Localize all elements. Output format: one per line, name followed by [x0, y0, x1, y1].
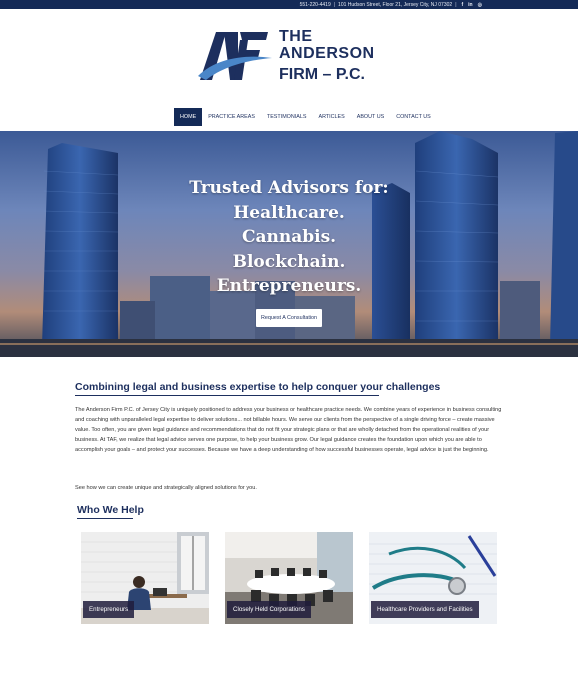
card-healthcare-providers[interactable]: Healthcare Providers and Facilities [369, 532, 497, 624]
address: 101 Hudson Street, Floor 21, Jersey City… [338, 1, 453, 8]
hero-line-4: Blockchain. [232, 251, 346, 272]
separator: | [333, 1, 336, 8]
card-label-entrepreneurs: Entrepreneurs [83, 601, 135, 618]
nav-item-articles[interactable]: ARTICLES [312, 108, 350, 126]
intro-heading: Combining legal and business expertise t… [75, 381, 441, 393]
site-logo[interactable]: THE ANDERSON FIRM – P.C. [196, 28, 386, 86]
nav-item-about-us[interactable]: ABOUT US [351, 108, 390, 126]
card-label-closely-held-corporations: Closely Held Corporations [227, 601, 311, 618]
intro-cta-text: See how we can create unique and strateg… [75, 485, 257, 491]
separator: | [455, 1, 457, 8]
hero-line-2: Healthcare. [233, 202, 345, 223]
card-entrepreneurs[interactable]: Entrepreneurs [81, 532, 209, 624]
request-consultation-button[interactable]: Request A Consultation [256, 309, 322, 327]
hero-headline: Trusted Advisors for: Healthcare. Cannab… [0, 176, 578, 299]
hero-banner: Trusted Advisors for: Healthcare. Cannab… [0, 131, 578, 357]
facebook-icon[interactable]: f [462, 2, 464, 8]
phone-number[interactable]: 551-220-4419 [300, 2, 331, 8]
logo-text-line3: FIRM – P.C. [279, 66, 365, 83]
logo-text-line1: THE [279, 28, 313, 45]
linkedin-icon[interactable]: in [468, 2, 472, 8]
nav-item-testimonials[interactable]: TESTIMONIALS [261, 108, 313, 126]
intro-heading-underline [75, 395, 379, 396]
intro-paragraph: The Anderson Firm P.C. of Jersey City is… [75, 407, 502, 453]
hero-line-3: Cannabis. [241, 227, 337, 247]
nav-item-contact-us[interactable]: CONTACT US [390, 108, 437, 126]
instagram-icon[interactable]: ◎ [478, 2, 482, 8]
card-label-healthcare-providers: Healthcare Providers and Facilities [371, 601, 479, 618]
nav-item-practice-areas[interactable]: PRACTICE AREAS [202, 108, 261, 126]
top-contact-bar: 551-220-4419 | 101 Hudson Street, Floor … [0, 0, 578, 9]
logo-text-line2: ANDERSON [279, 45, 375, 62]
who-we-help-underline [77, 518, 133, 519]
nav-item-home[interactable]: HOME [174, 108, 203, 126]
card-closely-held-corporations[interactable]: Closely Held Corporations [225, 532, 353, 624]
hero-line-1: Trusted Advisors for: [189, 178, 389, 198]
who-we-help-heading: Who We Help [77, 504, 144, 516]
main-navigation: HOME PRACTICE AREAS TESTIMONIALS ARTICLE… [174, 108, 437, 126]
hero-line-5: Entrepreneurs. [216, 276, 362, 296]
logo-mark-icon [198, 32, 272, 80]
